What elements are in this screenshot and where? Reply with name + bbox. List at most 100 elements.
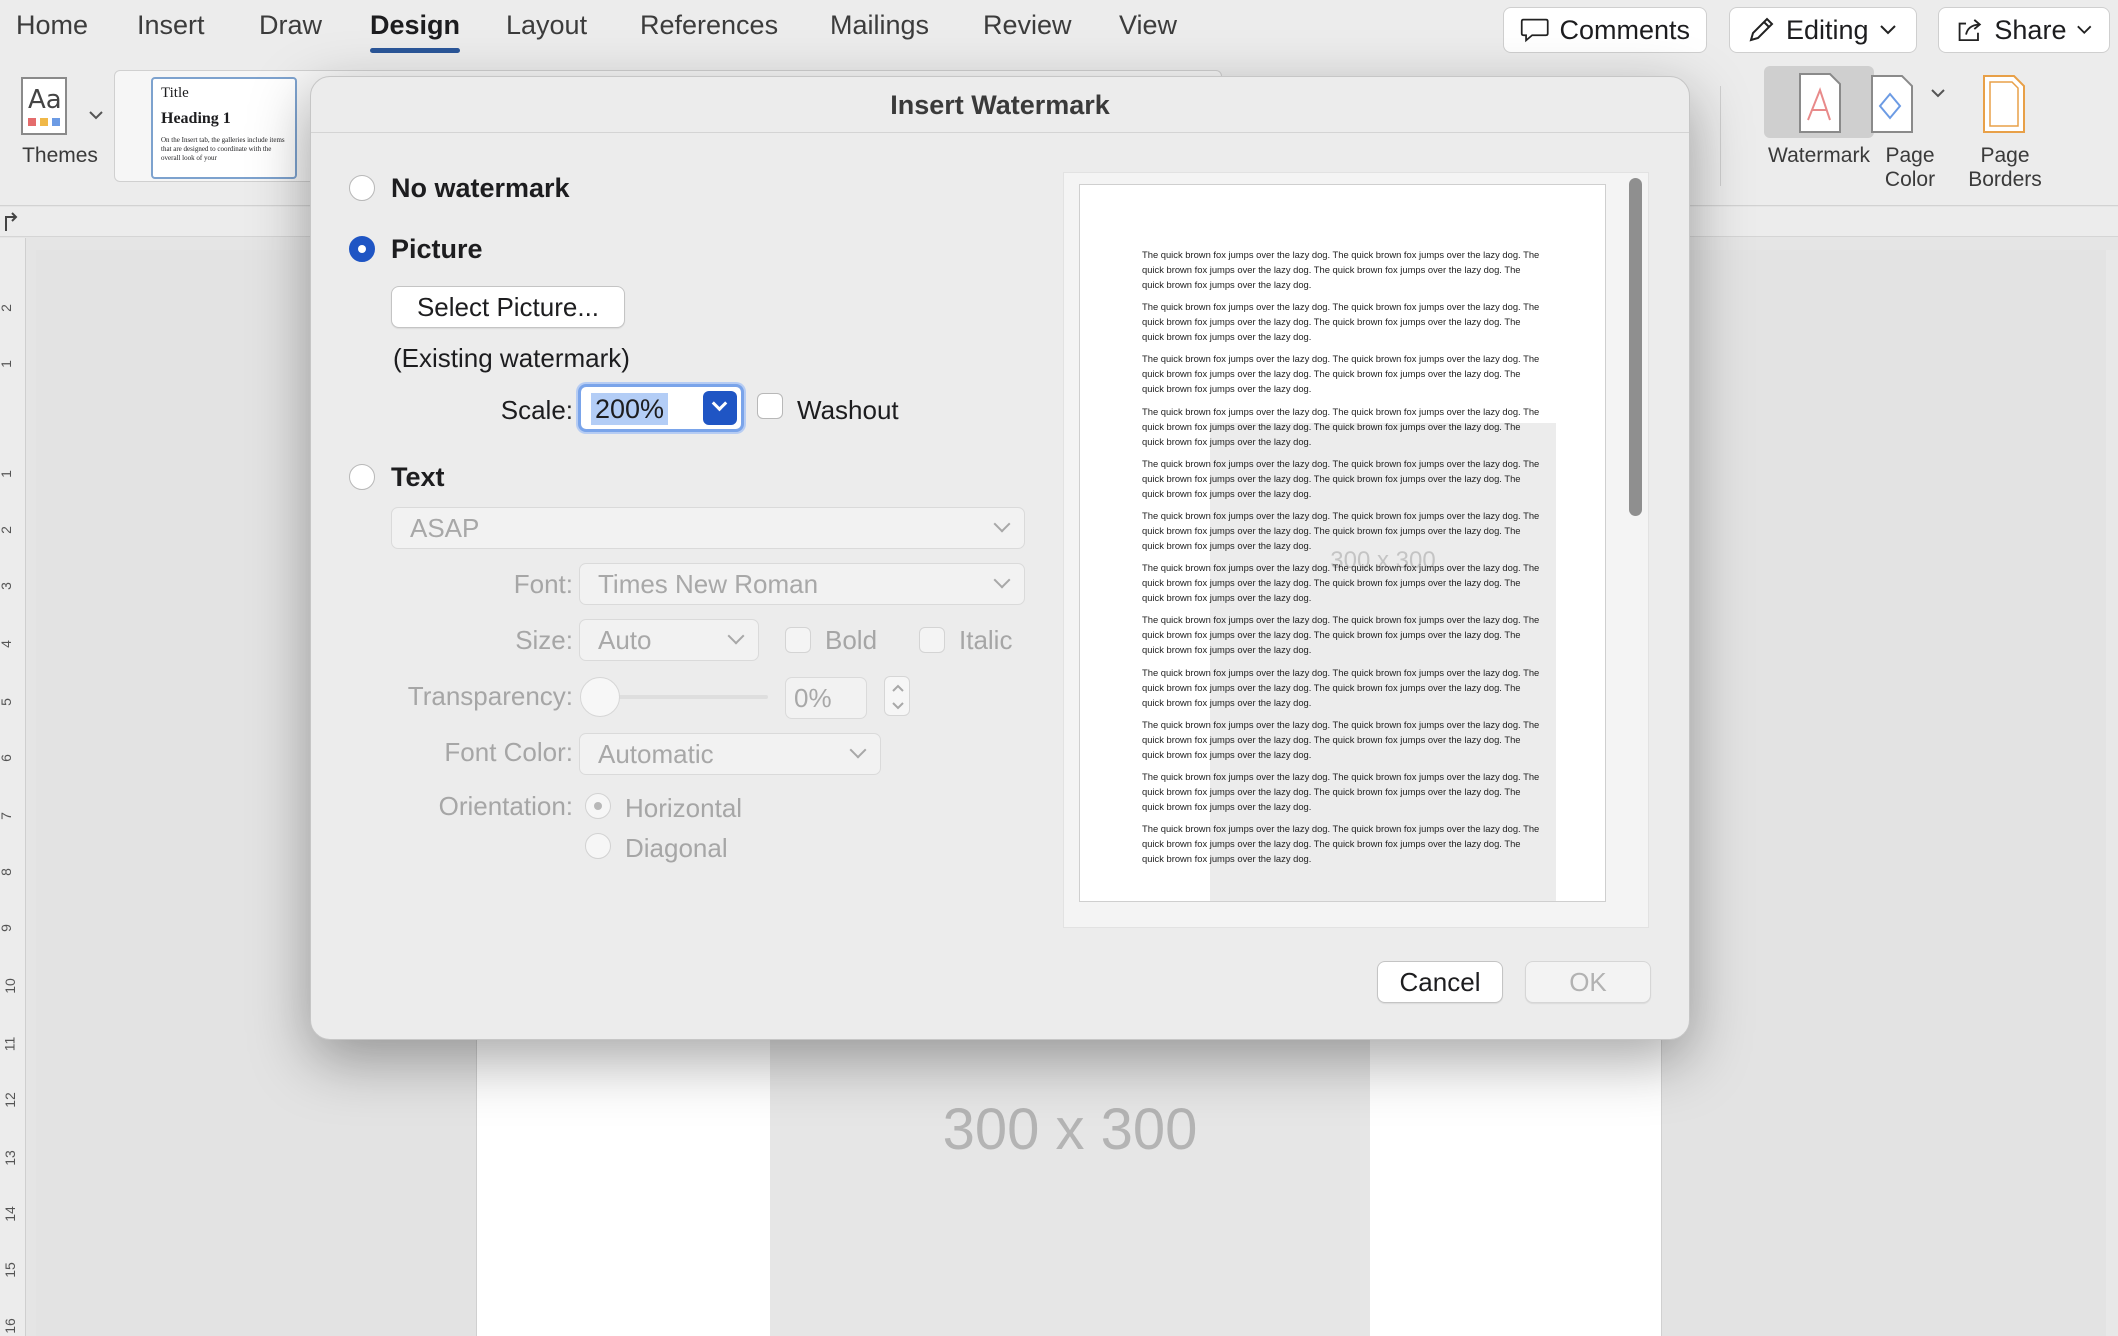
comments-label: Comments [1559,14,1690,45]
ruler-number: 8 [0,868,14,876]
ruler-number: 9 [0,924,14,932]
tab-view[interactable]: View [1119,10,1177,41]
chevron-down-icon [2077,25,2092,35]
preview-paragraph: The quick brown fox jumps over the lazy … [1142,457,1540,499]
font-color-value: Automatic [598,739,714,769]
ruler-number: 1 [0,470,14,478]
preview-paragraph: The quick brown fox jumps over the lazy … [1142,405,1540,447]
editing-button[interactable]: Editing [1729,7,1917,53]
watermark-placeholder-text: 300 x 300 [942,1097,1198,1162]
style-set-thumbnail[interactable]: Title Heading 1 On the Insert tab, the g… [151,77,297,179]
watermark-icon [1799,73,1841,133]
ruler-number: 7 [0,812,14,820]
scale-combobox[interactable]: 200% [578,384,744,432]
transparency-value: 0% [794,683,832,713]
italic-label: Italic [959,625,1013,655]
transparency-stepper[interactable] [884,676,910,716]
ruler-number: 1 [0,360,14,368]
text-radio[interactable] [349,464,375,490]
tab-insert[interactable]: Insert [137,10,205,41]
ruler-number: 4 [0,640,14,648]
no-watermark-label[interactable]: No watermark [391,173,570,204]
preview-paragraph: The quick brown fox jumps over the lazy … [1142,353,1540,395]
ruler-number: 13 [1,1150,18,1166]
transparency-input[interactable]: 0% [785,677,867,719]
preview-paragraph: The quick brown fox jumps over the lazy … [1142,823,1540,865]
ruler-number: 5 [0,698,14,706]
page-borders-button[interactable] [1978,72,2032,141]
page-borders-icon [1983,75,2025,133]
tab-references[interactable]: References [640,10,778,41]
scale-dropdown-button[interactable] [703,391,737,425]
italic-checkbox[interactable] [919,627,945,653]
tab-stop-icon [5,212,18,231]
font-color-select[interactable]: Automatic [579,733,881,775]
washout-checkbox[interactable] [757,393,783,419]
ok-button[interactable]: OK [1525,961,1651,1003]
horizontal-radio[interactable] [585,793,611,819]
watermark-button[interactable] [1764,66,1874,138]
watermark-text-value: ASAP [410,513,480,543]
preview-paragraph: The quick brown fox jumps over the lazy … [1142,666,1540,708]
tab-draw[interactable]: Draw [259,10,322,41]
washout-label[interactable]: Washout [797,395,899,426]
bold-checkbox[interactable] [785,627,811,653]
page-color-label: Page Color [1870,144,1950,192]
scale-label: Scale: [500,395,573,425]
svg-text:Aa: Aa [28,85,62,115]
diagonal-label: Diagonal [625,833,728,863]
dialog-title: Insert Watermark [311,77,1689,133]
tab-mailings[interactable]: Mailings [830,10,929,41]
document-scrollbar[interactable] [2106,250,2118,1336]
cancel-button[interactable]: Cancel [1377,961,1503,1003]
tab-review[interactable]: Review [983,10,1072,41]
tab-home[interactable]: Home [16,10,88,41]
preview-paragraph: The quick brown fox jumps over the lazy … [1142,510,1540,551]
scale-value[interactable]: 200% [591,393,669,425]
watermark-text-combo[interactable]: ASAP [391,507,1025,549]
preview-scrollbar-thumb[interactable] [1629,178,1642,516]
preview-paragraph: The quick brown fox jumps over the lazy … [1142,718,1540,760]
font-select[interactable]: Times New Roman [579,563,1025,605]
vertical-ruler: 2 1 1 2 3 4 5 6 7 8 9 10 11 12 13 14 15 … [0,238,26,1336]
ruler-number: 16 [1,1318,18,1334]
page-color-label-line1: Page [1885,144,1935,167]
ruler-number: 12 [1,1092,18,1108]
ruler-number: 11 [1,1036,18,1052]
existing-watermark-label: (Existing watermark) [393,343,630,373]
size-label: Size: [515,625,573,655]
tab-layout[interactable]: Layout [506,10,587,41]
select-picture-button[interactable]: Select Picture... [391,286,625,328]
share-button[interactable]: Share [1938,7,2110,53]
themes-icon: Aa [21,77,103,135]
comments-button[interactable]: Comments [1503,7,1707,53]
themes-button[interactable]: Aa [20,76,104,145]
ruler-number: 10 [1,978,18,994]
share-icon [1958,19,1982,42]
page-color-icon [1871,75,1945,133]
style-preview-heading: Heading 1 [161,110,231,127]
preview-paragraph: The quick brown fox jumps over the lazy … [1142,249,1540,290]
ruler-number: 6 [0,754,14,762]
picture-label[interactable]: Picture [391,234,483,265]
watermark-placeholder-image [770,1020,1370,1336]
editing-label: Editing [1786,14,1869,45]
active-tab-indicator [370,48,460,53]
font-color-label: Font Color: [444,737,573,767]
preview-paragraph: The quick brown fox jumps over the lazy … [1142,301,1540,343]
style-preview-title: Title [161,85,189,101]
ruler-number: 2 [0,304,14,312]
diagonal-radio[interactable] [585,833,611,859]
transparency-label: Transparency: [407,681,573,711]
size-select[interactable]: Auto [579,619,759,661]
bold-label: Bold [825,625,878,655]
preview-paragraph: The quick brown fox jumps over the lazy … [1142,771,1540,812]
tab-design[interactable]: Design [370,10,460,41]
no-watermark-radio[interactable] [349,175,375,201]
stepper-arrows-icon [892,684,904,710]
transparency-slider-knob[interactable] [580,677,620,717]
font-value: Times New Roman [598,569,819,599]
page-color-button[interactable] [1866,72,1950,141]
text-label[interactable]: Text [391,462,445,493]
picture-radio[interactable] [349,236,375,262]
